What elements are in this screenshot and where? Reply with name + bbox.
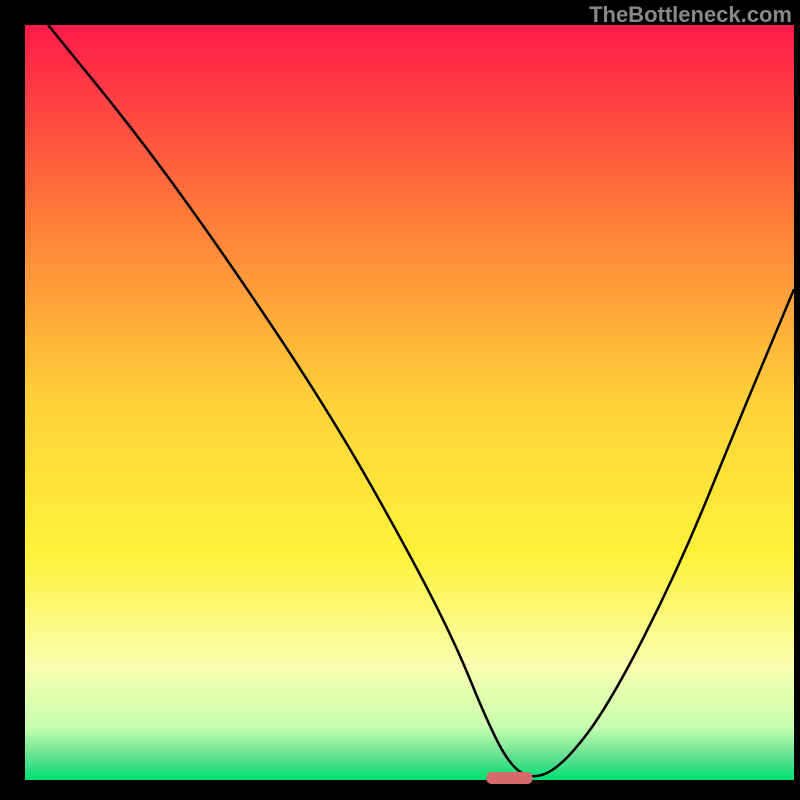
watermark-text: TheBottleneck.com [589, 2, 792, 28]
chart-svg [0, 0, 800, 800]
optimal-marker [486, 772, 532, 784]
